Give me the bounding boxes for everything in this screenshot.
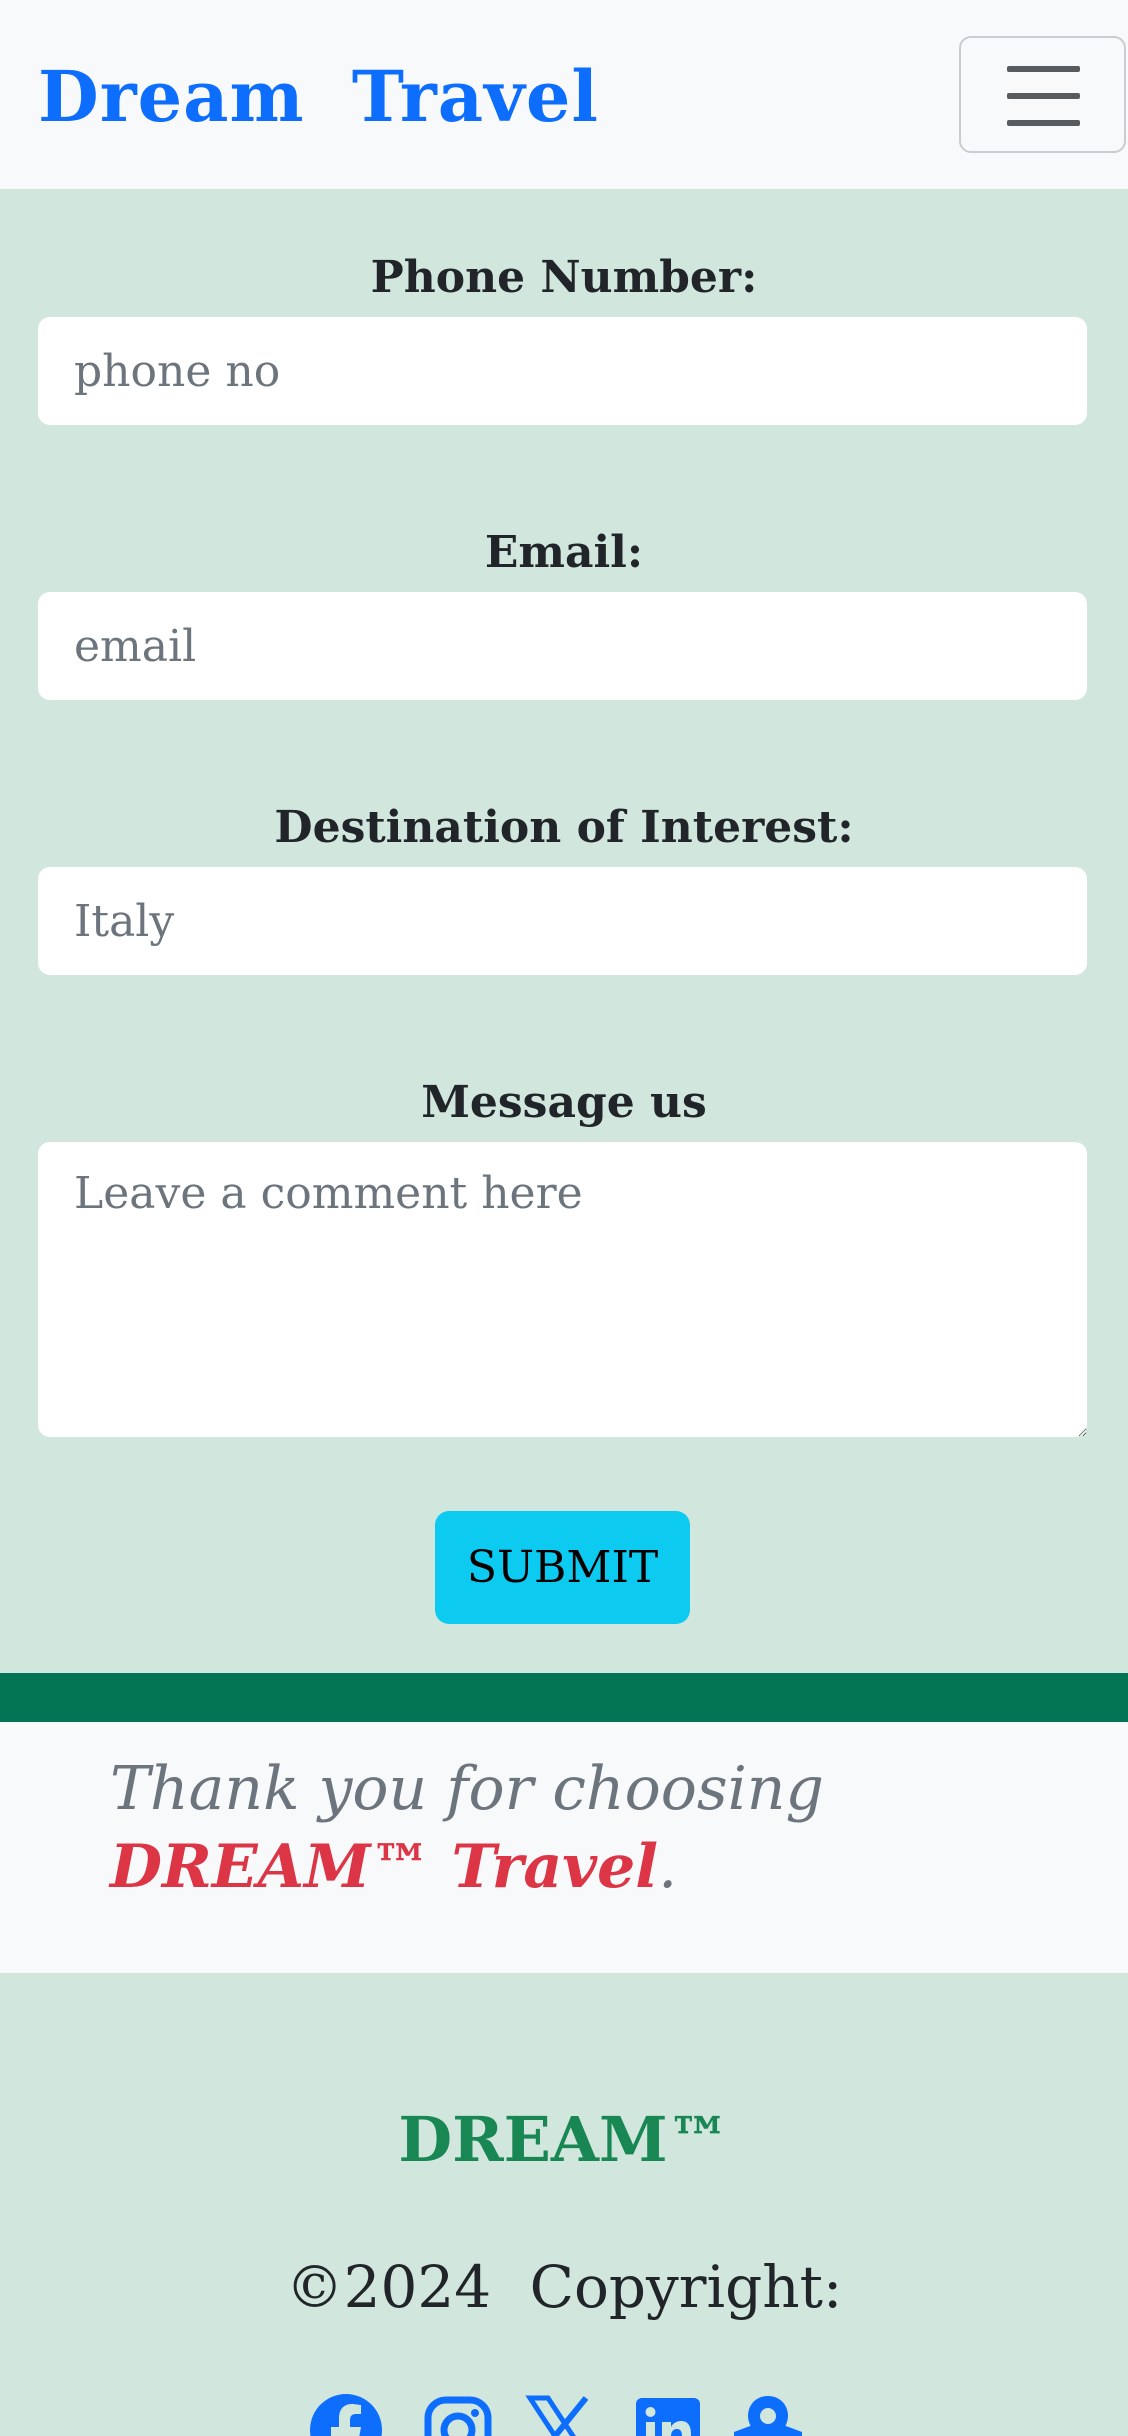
email-label: Email: — [484, 527, 644, 578]
navbar-toggle-button[interactable] — [959, 36, 1126, 153]
thank-you-prefix: Thank you for choosing — [110, 1754, 824, 1824]
map-pin-icon[interactable] — [730, 2392, 806, 2436]
linkedin-icon[interactable] — [632, 2392, 708, 2436]
section-divider — [0, 1673, 1128, 1722]
navbar: Dream Travel — [0, 0, 1128, 189]
thank-you-text: Thank you for choosing DREAM™ Travel. — [110, 1750, 1070, 1906]
destination-label: Destination of Interest: — [274, 802, 854, 853]
message-label: Message us — [421, 1077, 707, 1128]
submit-button[interactable]: SUBMIT — [435, 1511, 690, 1624]
message-textarea[interactable] — [38, 1142, 1087, 1437]
facebook-icon[interactable] — [308, 2392, 384, 2436]
email-input[interactable] — [38, 592, 1087, 700]
instagram-icon[interactable] — [420, 2392, 496, 2436]
footer-brand: DREAM™ — [398, 2103, 730, 2176]
social-links — [300, 2392, 840, 2436]
thank-you-banner: Thank you for choosing DREAM™ Travel. — [0, 1722, 1128, 1973]
phone-label: Phone Number: — [370, 252, 758, 303]
destination-input[interactable] — [38, 867, 1087, 975]
navbar-brand[interactable]: Dream Travel — [38, 52, 599, 142]
x-icon[interactable] — [522, 2392, 598, 2436]
thank-you-suffix: . — [658, 1832, 678, 1902]
phone-input[interactable] — [38, 317, 1087, 425]
copyright-text: ©2024 Copyright: — [285, 2253, 843, 2321]
thank-you-brand: DREAM™ Travel — [110, 1832, 659, 1902]
